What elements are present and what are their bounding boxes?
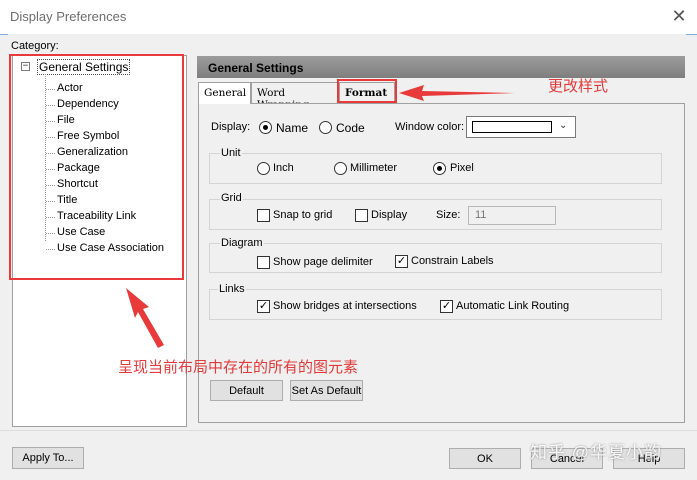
arrow-to-format-tab <box>399 85 515 101</box>
arrow-to-category-tree <box>126 288 164 348</box>
annotation-arrows <box>126 85 515 348</box>
